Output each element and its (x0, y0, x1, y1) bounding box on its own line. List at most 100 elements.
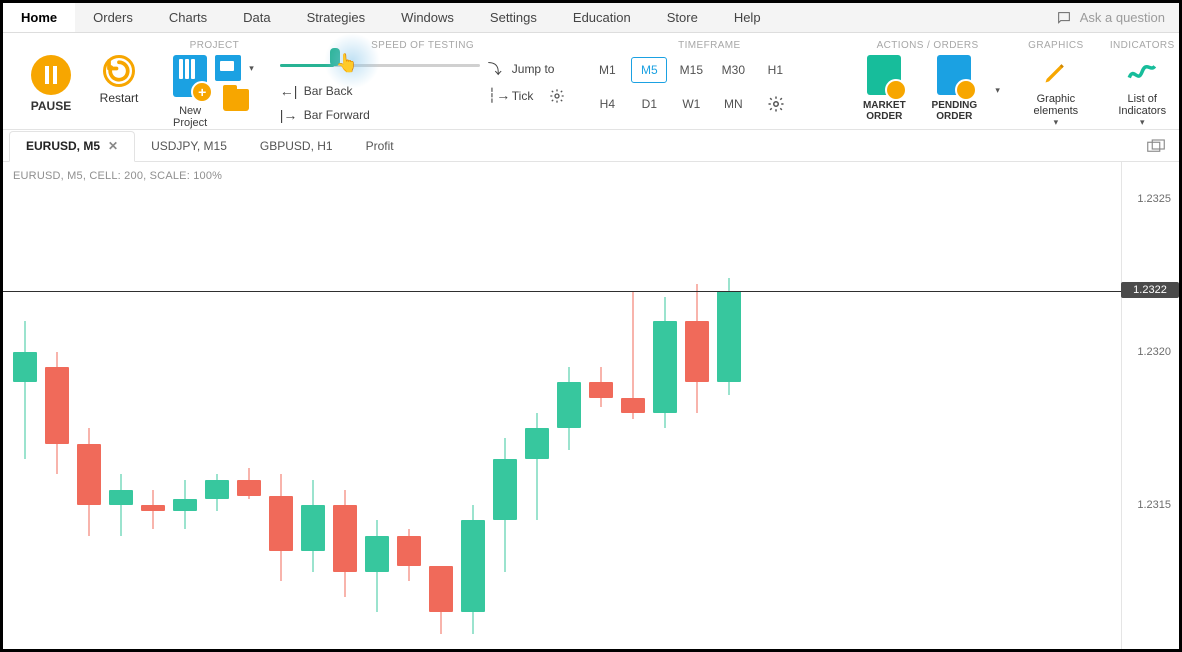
group-timeframe: TIMEFRAME M1M5M15M30H1H4D1W1MN (581, 37, 837, 125)
candle (493, 162, 517, 649)
candle (237, 162, 261, 649)
candle (269, 162, 293, 649)
chart-tab-1[interactable]: USDJPY, M15 (135, 130, 244, 161)
y-tick: 1.2315 (1137, 499, 1171, 511)
y-tick: 1.2320 (1137, 346, 1171, 358)
chat-icon (1056, 10, 1072, 26)
speed-slider[interactable]: 👆 (280, 55, 480, 75)
slider-knob-icon (330, 48, 340, 66)
close-tab-button[interactable]: ✕ (108, 139, 118, 153)
new-project-icon: + (173, 55, 207, 97)
menu-settings[interactable]: Settings (472, 3, 555, 32)
chart-tab-2[interactable]: GBPUSD, H1 (244, 130, 350, 161)
menubar: Home Orders Charts Data Strategies Windo… (3, 3, 1179, 33)
chevron-down-icon: ▾ (1138, 117, 1147, 128)
candle (365, 162, 389, 649)
menu-home[interactable]: Home (3, 3, 75, 32)
chart-area[interactable]: EURUSD, M5, CELL: 200, SCALE: 100% 1.232… (3, 162, 1179, 649)
bar-forward-button[interactable]: |→Bar Forward (280, 107, 480, 123)
group-project: PROJECT + New Project ▾ (165, 37, 264, 125)
ask-question-button[interactable]: Ask a question (1042, 3, 1179, 32)
pause-icon (31, 55, 71, 95)
ribbon: PAUSE Restart PROJECT + New Project (3, 33, 1179, 130)
timeframe-m5[interactable]: M5 (631, 57, 667, 83)
jump-to-button[interactable]: ⤵Jump to (488, 59, 566, 79)
group-orders: ACTIONS / ORDERS MARKET ORDER PENDING OR… (845, 37, 1010, 125)
graphic-elements-button[interactable]: Graphic elements ▾ (1026, 55, 1086, 128)
orders-dropdown[interactable]: ▾ (993, 85, 1002, 96)
y-tick: 1.2325 (1137, 193, 1171, 205)
pending-order-button[interactable]: PENDING ORDER (923, 55, 985, 122)
candle (589, 162, 613, 649)
menu-data[interactable]: Data (225, 3, 288, 32)
timeframe-settings-button[interactable] (757, 95, 795, 113)
chart-tab-3[interactable]: Profit (350, 130, 411, 161)
timeframe-h1[interactable]: H1 (757, 57, 793, 83)
group-graphics: GRAPHICS Graphic elements ▾ (1018, 37, 1094, 125)
candle (685, 162, 709, 649)
save-button[interactable] (215, 55, 241, 81)
new-project-button[interactable]: + New Project (173, 55, 207, 129)
arrow-right-icon: |→ (280, 107, 298, 123)
candle (173, 162, 197, 649)
window-layout-button[interactable] (1133, 139, 1179, 153)
app-window: Home Orders Charts Data Strategies Windo… (3, 3, 1179, 649)
candle (717, 162, 741, 649)
multiwindow-icon (1147, 139, 1165, 153)
candle (429, 162, 453, 649)
menu-store[interactable]: Store (649, 3, 716, 32)
group-indicators: INDICATORS List of Indicators ▾ (1102, 37, 1182, 125)
indicator-icon (1125, 55, 1159, 89)
tick-icon: ┆→ (488, 87, 506, 104)
restart-icon (103, 55, 135, 87)
timeframe-w1[interactable]: W1 (673, 91, 709, 117)
timeframe-mn[interactable]: MN (715, 91, 751, 117)
chart-tab-0[interactable]: EURUSD, M5✕ (9, 131, 135, 162)
menu-help[interactable]: Help (716, 3, 779, 32)
ask-question-label: Ask a question (1080, 10, 1165, 25)
menu-orders[interactable]: Orders (75, 3, 151, 32)
restart-button[interactable]: Restart (89, 55, 149, 105)
candle (557, 162, 581, 649)
chevron-down-icon: ▾ (1052, 117, 1061, 128)
bar-back-button[interactable]: ←|Bar Back (280, 83, 480, 99)
timeframe-m30[interactable]: M30 (715, 57, 751, 83)
list-indicators-button[interactable]: List of Indicators ▾ (1112, 55, 1172, 128)
menu-windows[interactable]: Windows (383, 3, 472, 32)
market-order-icon (867, 55, 901, 95)
pending-order-icon (937, 55, 971, 95)
timeframe-m1[interactable]: M1 (589, 57, 625, 83)
menu-education[interactable]: Education (555, 3, 649, 32)
market-order-button[interactable]: MARKET ORDER (853, 55, 915, 122)
arrow-left-icon: ←| (280, 83, 298, 99)
candle (653, 162, 677, 649)
current-price-line (3, 291, 1121, 292)
gear-icon (767, 95, 785, 113)
group-playback: PAUSE Restart (13, 37, 157, 125)
tick-button[interactable]: ┆→ Tick (488, 87, 566, 104)
candle (141, 162, 165, 649)
candle (333, 162, 357, 649)
candle (461, 162, 485, 649)
menu-strategies[interactable]: Strategies (289, 3, 384, 32)
timeframe-h4[interactable]: H4 (589, 91, 625, 117)
chart-tabs: EURUSD, M5✕USDJPY, M15GBPUSD, H1Profit (3, 130, 1179, 162)
menu-charts[interactable]: Charts (151, 3, 225, 32)
pencil-icon (1042, 55, 1070, 89)
timeframe-d1[interactable]: D1 (631, 91, 667, 117)
group-speed: SPEED OF TESTING 👆 ←|Bar Back |→Bar Forw… (272, 37, 574, 125)
candle (77, 162, 101, 649)
candle (45, 162, 69, 649)
candle (397, 162, 421, 649)
open-button[interactable] (223, 89, 249, 111)
current-price-flag: 1.2322 (1121, 282, 1179, 298)
candle (621, 162, 645, 649)
jump-icon: ⤵ (488, 59, 506, 79)
pause-button[interactable]: PAUSE (21, 55, 81, 113)
save-dropdown[interactable]: ▾ (247, 63, 256, 74)
timeframe-m15[interactable]: M15 (673, 57, 709, 83)
candle (205, 162, 229, 649)
tick-settings-button[interactable] (549, 88, 565, 104)
candle (13, 162, 37, 649)
candle (525, 162, 549, 649)
